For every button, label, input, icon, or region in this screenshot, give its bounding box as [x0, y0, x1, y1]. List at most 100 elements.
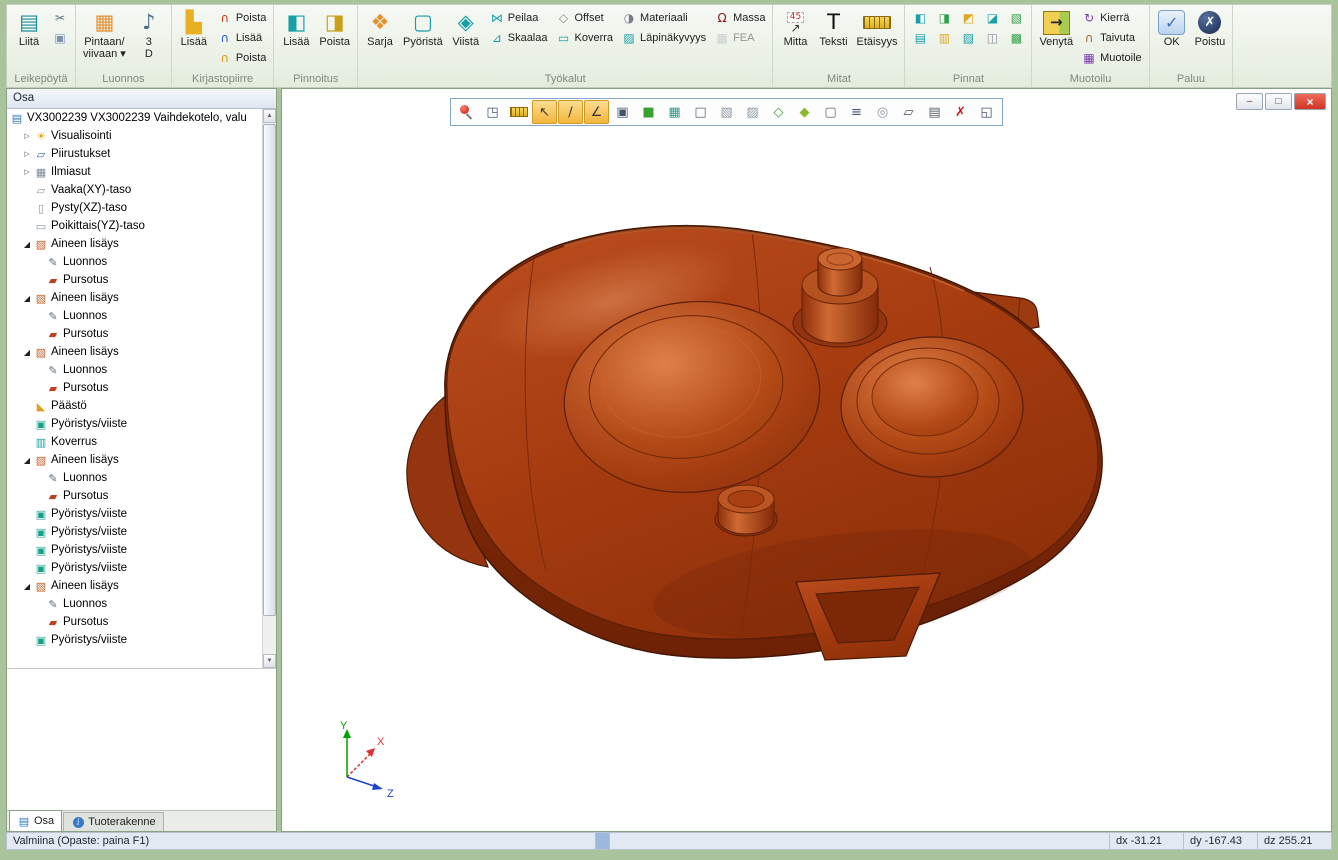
text-button[interactable]: TTeksti [815, 7, 851, 50]
view-iso-button[interactable]: ◆ [792, 100, 817, 124]
tree-item[interactable]: ▣Pyöristys/viiste [7, 541, 262, 559]
surface-tool-1[interactable]: ◧ [909, 8, 931, 27]
expanded-arrow-icon[interactable]: ◢ [21, 348, 33, 357]
view-shaded-button[interactable]: ■ [636, 100, 661, 124]
minimize-button[interactable]: – [1236, 93, 1263, 110]
distance-button[interactable]: Etäisyys [853, 7, 900, 50]
scroll-up-button[interactable] [263, 109, 276, 123]
surface-tool-5[interactable]: ▧ [1005, 8, 1027, 27]
sketch-3d-button[interactable]: ♪3 D [131, 7, 167, 62]
coating-add-button[interactable]: ◧Lisää [278, 7, 314, 50]
library-add-button[interactable]: ▙Lisää [176, 7, 212, 50]
frame-select-button[interactable]: ◳ [480, 100, 505, 124]
view-perspective-button[interactable]: ◇ [766, 100, 791, 124]
expanded-arrow-icon[interactable]: ◢ [21, 582, 33, 591]
measure-button[interactable]: Mitta [777, 7, 813, 50]
tree-item[interactable]: ▯Pysty(XZ)-taso [7, 199, 262, 217]
snap-free-button[interactable]: ↖ [532, 100, 557, 124]
scroll-thumb[interactable] [263, 124, 276, 616]
tree-item[interactable]: ▣Pyöristys/viiste [7, 559, 262, 577]
cut-button[interactable]: ✂ [49, 8, 71, 27]
surface-tool-2[interactable]: ◨ [933, 8, 955, 27]
tree-item[interactable]: ◢▧Aineen lisäys [7, 451, 262, 469]
snap-angle-button[interactable]: ∠ [584, 100, 609, 124]
scale-button[interactable]: ⊿Skaalaa [486, 28, 551, 47]
scroll-track[interactable] [263, 123, 276, 654]
surface-tool-4[interactable]: ◪ [981, 8, 1003, 27]
surface-tool-6[interactable]: ▤ [909, 28, 931, 47]
copy-button[interactable]: ▣ [49, 28, 71, 47]
tree-item[interactable]: ▣Pyöristys/viiste [7, 505, 262, 523]
view-hidden-button[interactable]: □ [688, 100, 713, 124]
cylinder-button[interactable]: ◎ [870, 100, 895, 124]
delete-doc-button[interactable]: ✗ [948, 100, 973, 124]
offset-button[interactable]: ◇Offset [553, 8, 617, 27]
tab-osa[interactable]: ▤Osa [9, 810, 62, 831]
library-insert-button[interactable]: ∩Lisää [214, 28, 270, 47]
tree-item[interactable]: ✎Luonnos [7, 361, 262, 379]
view-wireframe-button[interactable]: ▧ [714, 100, 739, 124]
tab-tuoterakenne[interactable]: Tuoterakenne [63, 812, 163, 831]
tree-item[interactable]: ▷☀Visualisointi [7, 127, 262, 145]
snap-line-button[interactable]: ∕ [558, 100, 583, 124]
collapsed-arrow-icon[interactable]: ▷ [21, 150, 33, 158]
view-shaded-edges-button[interactable]: ▦ [662, 100, 687, 124]
sheet-button[interactable]: ▱ [896, 100, 921, 124]
expanded-arrow-icon[interactable]: ◢ [21, 240, 33, 249]
tree-item[interactable]: ✎Luonnos [7, 595, 262, 613]
tree-item[interactable]: ◢▧Aineen lisäys [7, 235, 262, 253]
stretch-button[interactable]: Venytä [1036, 7, 1076, 50]
expanded-arrow-icon[interactable]: ◢ [21, 456, 33, 465]
tree-item[interactable]: ◢▧Aineen lisäys [7, 343, 262, 361]
view-box-button[interactable]: ▢ [818, 100, 843, 124]
surface-tool-3[interactable]: ◩ [957, 8, 979, 27]
tree-item[interactable]: ▰Pursotus [7, 613, 262, 631]
ruler-button[interactable] [506, 100, 531, 124]
tree-item[interactable]: ▰Pursotus [7, 379, 262, 397]
paste-button[interactable]: ▤Liitä [11, 7, 47, 50]
tree-item[interactable]: ▷▱Piirustukset [7, 145, 262, 163]
library-delete-button[interactable]: ∩Poista [214, 48, 270, 67]
tree-item[interactable]: ▰Pursotus [7, 271, 262, 289]
twist-button[interactable]: ↻Kierrä [1078, 8, 1145, 27]
surface-tool-10[interactable]: ▩ [1005, 28, 1027, 47]
viewport-3d[interactable]: Y X Z ◳↖∕∠▣■▦□▧▨◇◆▢≡◎▱▤✗◱ –□× [281, 88, 1332, 832]
pattern-button[interactable]: ❖Sarja [362, 7, 398, 50]
tree-item[interactable]: ▱Vaaka(XY)-taso [7, 181, 262, 199]
tree-item[interactable]: ◣Päästö [7, 397, 262, 415]
hollow-button[interactable]: ▭Koverra [553, 28, 617, 47]
tree-item[interactable]: ▣Pyöristys/viiste [7, 415, 262, 433]
tree-item[interactable]: ▷▦Ilmiasut [7, 163, 262, 181]
list-button[interactable]: ≡ [844, 100, 869, 124]
coating-remove-button[interactable]: ◨Poista [316, 7, 353, 50]
tree-item[interactable]: ▥Koverrus [7, 433, 262, 451]
tree-item[interactable]: ▰Pursotus [7, 325, 262, 343]
fea-button[interactable]: ▦FEA [711, 28, 768, 47]
view-hidden-dashed-button[interactable]: ▨ [740, 100, 765, 124]
surface-tool-8[interactable]: ▨ [957, 28, 979, 47]
export-window-button[interactable]: ◱ [974, 100, 999, 124]
sketch-on-face-button[interactable]: ▦Pintaan/ viivaan ▾ [80, 7, 129, 62]
bend-button[interactable]: ∩Taivuta [1078, 28, 1145, 47]
close-button[interactable]: × [1294, 93, 1326, 110]
material-button[interactable]: ◑Materiaali [618, 8, 709, 27]
collapsed-arrow-icon[interactable]: ▷ [21, 132, 33, 140]
deform-button[interactable]: ▦Muotoile [1078, 48, 1145, 67]
collapsed-arrow-icon[interactable]: ▷ [21, 168, 33, 176]
tree-item[interactable]: ▭Poikittais(YZ)-taso [7, 217, 262, 235]
tree-item[interactable]: ✎Luonnos [7, 253, 262, 271]
tree-item[interactable]: ✎Luonnos [7, 307, 262, 325]
surface-tool-9[interactable]: ◫ [981, 28, 1003, 47]
mass-button[interactable]: ΩMassa [711, 8, 768, 27]
chamfer-button[interactable]: ◈Viistä [448, 7, 484, 50]
tree-item[interactable]: ▣Pyöristys/viiste [7, 523, 262, 541]
mirror-button[interactable]: ⋈Peilaa [486, 8, 551, 27]
print-button[interactable]: ▤ [922, 100, 947, 124]
fillet-button[interactable]: ▢Pyöristä [400, 7, 446, 50]
model-gearbox-cover[interactable] [282, 89, 1332, 832]
pick-add-button[interactable]: ▣ [610, 100, 635, 124]
tree-item[interactable]: ✎Luonnos [7, 469, 262, 487]
tree-item[interactable]: ▰Pursotus [7, 487, 262, 505]
part-right-boss[interactable] [841, 337, 1023, 477]
ok-button[interactable]: OK [1154, 7, 1190, 50]
